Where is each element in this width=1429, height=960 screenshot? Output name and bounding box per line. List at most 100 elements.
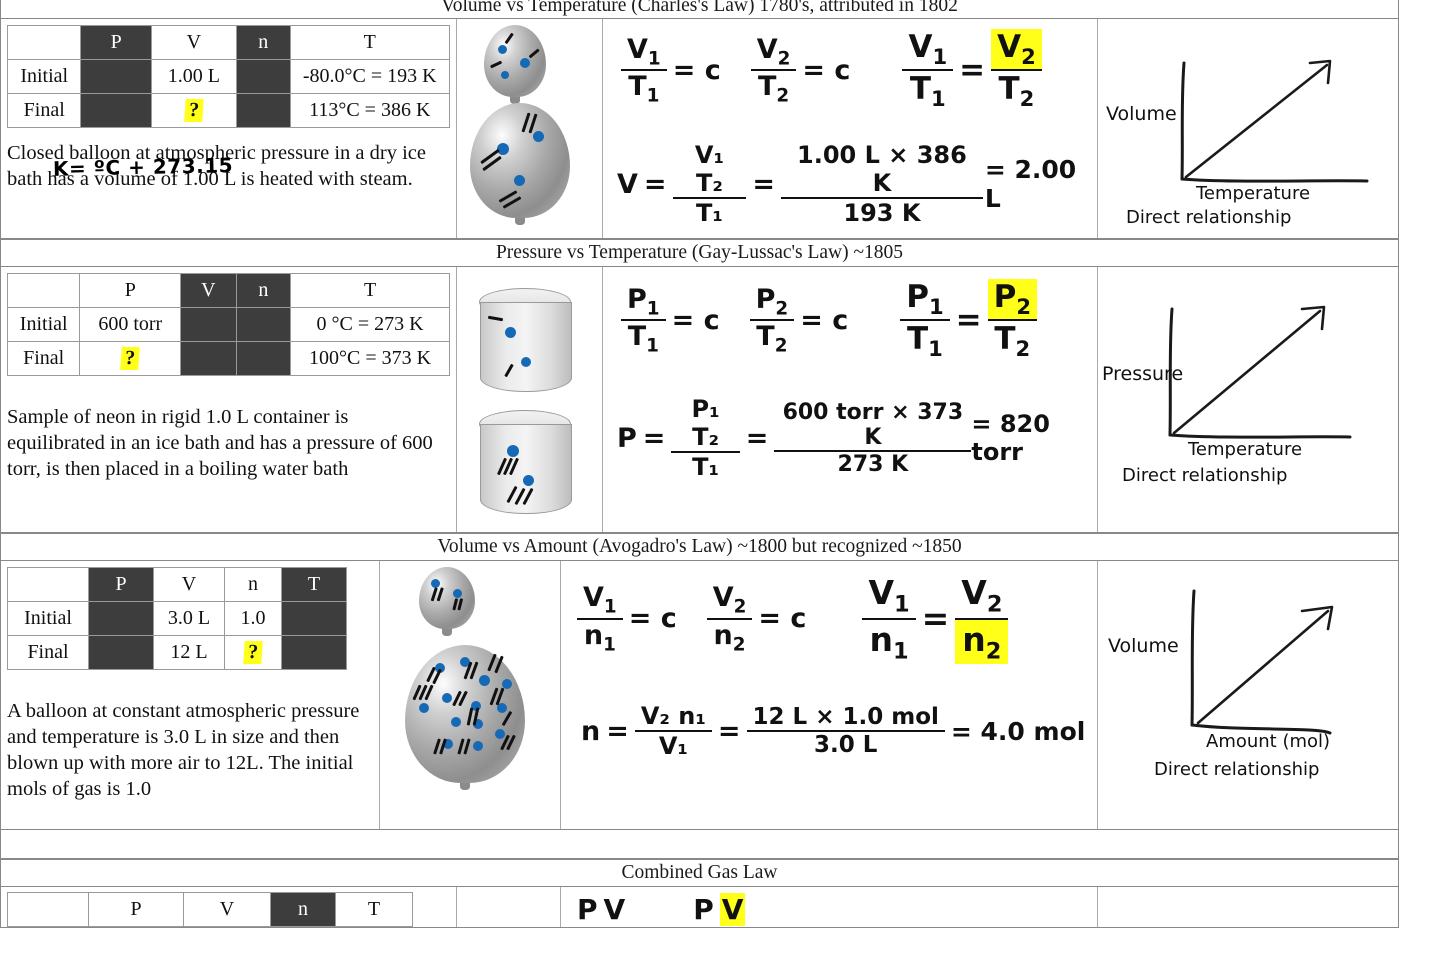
scenario-description-gaylussac: Sample of neon in rigid 1.0 L container … <box>7 406 433 480</box>
cell-P-final <box>88 635 154 670</box>
kelvin-conversion-note: K= ºC + 273.15 <box>52 153 234 181</box>
numerator: V1 <box>627 33 661 70</box>
graph-x-axis-label: Amount (mol) <box>1206 731 1331 752</box>
numerator: V₂ n₁ <box>640 702 706 731</box>
col-header-V: V <box>150 25 237 60</box>
subscript: 2 <box>774 335 788 357</box>
section-body-avogadro: P V n T Initial 3.0 L 1.0 Final 12 L ? A… <box>1 561 1398 830</box>
gas-table-combined: P V n T <box>7 892 413 927</box>
fragment-p1: P <box>577 893 598 926</box>
subscript: 1 <box>603 633 616 655</box>
section-title-avogadro: Volume vs Amount (Avogadro's Law) ~1800 … <box>1 533 1398 561</box>
illustration-pane-combined <box>457 887 561 927</box>
section-body-combined: P V n T P V P V <box>1 887 1398 928</box>
subscript: 2 <box>986 591 1003 618</box>
denominator: T2 <box>991 69 1042 111</box>
numerator: P1 <box>906 279 944 320</box>
motion-line <box>501 710 513 727</box>
cell-P-final: ? <box>79 341 182 376</box>
equals-c-2: = c <box>800 304 849 336</box>
cell-T-initial <box>281 601 347 636</box>
cell-n-final <box>235 341 292 376</box>
corner-cell <box>6 273 81 308</box>
equals-sign: = <box>717 715 741 747</box>
particle-dot <box>453 589 462 598</box>
row-label-final: Final <box>6 341 81 376</box>
fraction-p1-t1: P1 T1 <box>621 284 666 357</box>
fraction-v1-n1: V1 n1 <box>577 582 623 655</box>
row-label-initial: Initial <box>6 307 81 342</box>
numerator: 1.00 L × 386 K <box>797 141 967 198</box>
cell-n-initial <box>235 59 291 94</box>
denominator: T1 <box>621 319 666 357</box>
equals-sign: = <box>745 422 769 454</box>
denominator-highlighted: n2 <box>955 617 1009 665</box>
fraction-solve: V₁ T₂ T₁ <box>672 141 747 227</box>
gas-table-charles: P V n T Initial 1.00 L -80.0°C = 193 K F… <box>6 25 450 128</box>
solved-equation: P = P₁ T₂ T₁ = 600 torr × 373 K 273 K = … <box>617 395 1097 481</box>
denominator: n2 <box>706 617 753 655</box>
row-label-initial: Initial <box>6 59 82 94</box>
col-header-V: V <box>180 273 237 308</box>
cylinder-hot-icon <box>478 410 572 514</box>
cell-T-final <box>281 635 347 670</box>
corner-cell <box>7 567 89 602</box>
illustration-pane-gaylussac <box>457 267 603 532</box>
particle-dot <box>532 131 544 142</box>
cell-P-initial: 600 torr <box>79 307 182 342</box>
col-header-P: P <box>88 892 184 927</box>
final-answer: = 2.00 L <box>984 155 1077 214</box>
cell-T-initial: 0 °C = 273 K <box>290 307 450 342</box>
solved-equation: V = V₁ T₂ T₁ = 1.00 L × 386 K 193 K = 2.… <box>617 141 1097 227</box>
fraction-p2-t2: P2 T2 <box>749 284 795 357</box>
section-title-text: Pressure vs Temperature (Gay-Lussac's La… <box>495 242 904 263</box>
graph-y-axis-label: Volume <box>1106 103 1177 125</box>
solve-variable: n <box>581 715 601 747</box>
data-pane-charles: P V n T Initial 1.00 L -80.0°C = 193 K F… <box>1 19 457 238</box>
numerator: V1 <box>908 29 948 70</box>
data-pane-combined: P V n T <box>1 887 457 927</box>
cell-V-initial <box>180 307 237 342</box>
final-answer: = 820 torr <box>971 410 1050 467</box>
fraction-v2-t2: V2 T2 <box>750 33 797 107</box>
equals-c-1: = c <box>671 304 720 336</box>
denominator: T₁ <box>672 197 747 227</box>
col-header-T: T <box>290 273 450 308</box>
subscript: 2 <box>1021 44 1036 70</box>
subscript: 1 <box>603 596 617 618</box>
equation-pane-gaylussac: P1 T1 = c P2 T2 = c P1 T1 = P2 T2 P = P₁… <box>603 267 1098 532</box>
equals-sign: = <box>921 599 950 639</box>
subscript: 2 <box>733 596 747 618</box>
graph-y-axis-label: Volume <box>1108 635 1179 657</box>
subscript: 2 <box>776 85 790 107</box>
fraction-ratio-left: V1 n1 <box>862 573 916 664</box>
col-header-T: T <box>289 25 450 60</box>
particle-dot <box>419 703 429 713</box>
numerator: V2 <box>712 582 747 618</box>
graph-pane-avogadro: Volume Amount (mol) Direct relationship <box>1098 561 1397 829</box>
particle-dot <box>442 693 452 703</box>
balloon-large-icon <box>469 103 570 225</box>
subscript: 1 <box>893 591 910 618</box>
cell-n-initial <box>235 307 292 342</box>
fraction-ratio-right: V2 T2 <box>991 29 1042 111</box>
denominator: 3.0 L <box>746 730 945 758</box>
fraction-ratio-left: V1 T1 <box>902 29 954 111</box>
graph-x-axis-label: Temperature <box>1196 183 1311 204</box>
unknown-marker: ? <box>120 347 141 370</box>
corner-cell <box>7 892 89 927</box>
particle-dot <box>522 475 534 486</box>
motion-line <box>487 315 503 322</box>
cell-P-initial <box>88 601 154 636</box>
numerator: V2 <box>756 33 791 70</box>
cell-n-final <box>235 93 291 128</box>
table-row: Final ? 100°C = 373 K <box>6 341 450 376</box>
cell-V-initial: 1.00 L <box>150 59 237 94</box>
subscript: 2 <box>777 48 791 70</box>
illustration-pane-charles <box>457 19 603 238</box>
subscript: 1 <box>646 85 660 107</box>
cell-T-final: 113°C = 386 K <box>289 93 450 128</box>
table-row: Final ? 113°C = 386 K <box>6 93 450 128</box>
subscript: 2 <box>732 633 746 655</box>
section-body-gaylussac: P V n T Initial 600 torr 0 °C = 273 K Fi… <box>1 267 1398 533</box>
